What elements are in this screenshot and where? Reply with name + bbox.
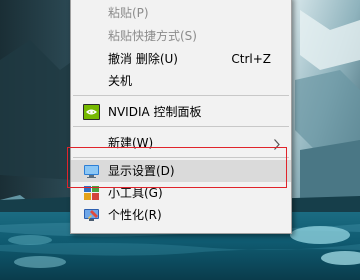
menu-separator: [73, 157, 289, 158]
menu-item-label: 关机: [108, 74, 133, 88]
menu-item-label: 显示设置(D): [108, 164, 175, 178]
menu-item-label: 撤消 删除(U): [108, 52, 178, 66]
chevron-right-icon: [273, 136, 281, 150]
menu-item-paste[interactable]: 粘贴(P): [71, 2, 291, 24]
menu-separator: [73, 95, 289, 96]
display-settings-icon: [83, 163, 100, 179]
menu-item-shutdown[interactable]: 关机: [71, 70, 291, 92]
menu-item-undo-delete[interactable]: 撤消 删除(U) Ctrl+Z: [71, 48, 291, 70]
menu-item-display-settings[interactable]: 显示设置(D): [71, 160, 291, 182]
menu-item-label: 小工具(G): [108, 186, 163, 200]
menu-item-shortcut: Ctrl+Z: [231, 52, 271, 66]
personalize-icon: [83, 207, 100, 223]
menu-item-label: 粘贴快捷方式(S): [108, 29, 197, 43]
nvidia-icon: [83, 104, 100, 120]
menu-item-label: 粘贴(P): [108, 6, 149, 20]
menu-item-label: NVIDIA 控制面板: [108, 105, 202, 119]
menu-item-nvidia-control-panel[interactable]: NVIDIA 控制面板: [71, 101, 291, 123]
menu-item-paste-shortcut[interactable]: 粘贴快捷方式(S): [71, 25, 291, 47]
gadgets-icon: [83, 185, 100, 201]
menu-separator: [73, 126, 289, 127]
menu-item-new[interactable]: 新建(W): [71, 132, 291, 154]
menu-item-label: 新建(W): [108, 136, 154, 150]
menu-item-label: 个性化(R): [108, 208, 162, 222]
desktop-context-menu: 粘贴(P) 粘贴快捷方式(S) 撤消 删除(U) Ctrl+Z 关机 NVIDI…: [70, 0, 292, 234]
menu-item-personalize[interactable]: 个性化(R): [71, 204, 291, 226]
menu-item-gadgets[interactable]: 小工具(G): [71, 182, 291, 204]
